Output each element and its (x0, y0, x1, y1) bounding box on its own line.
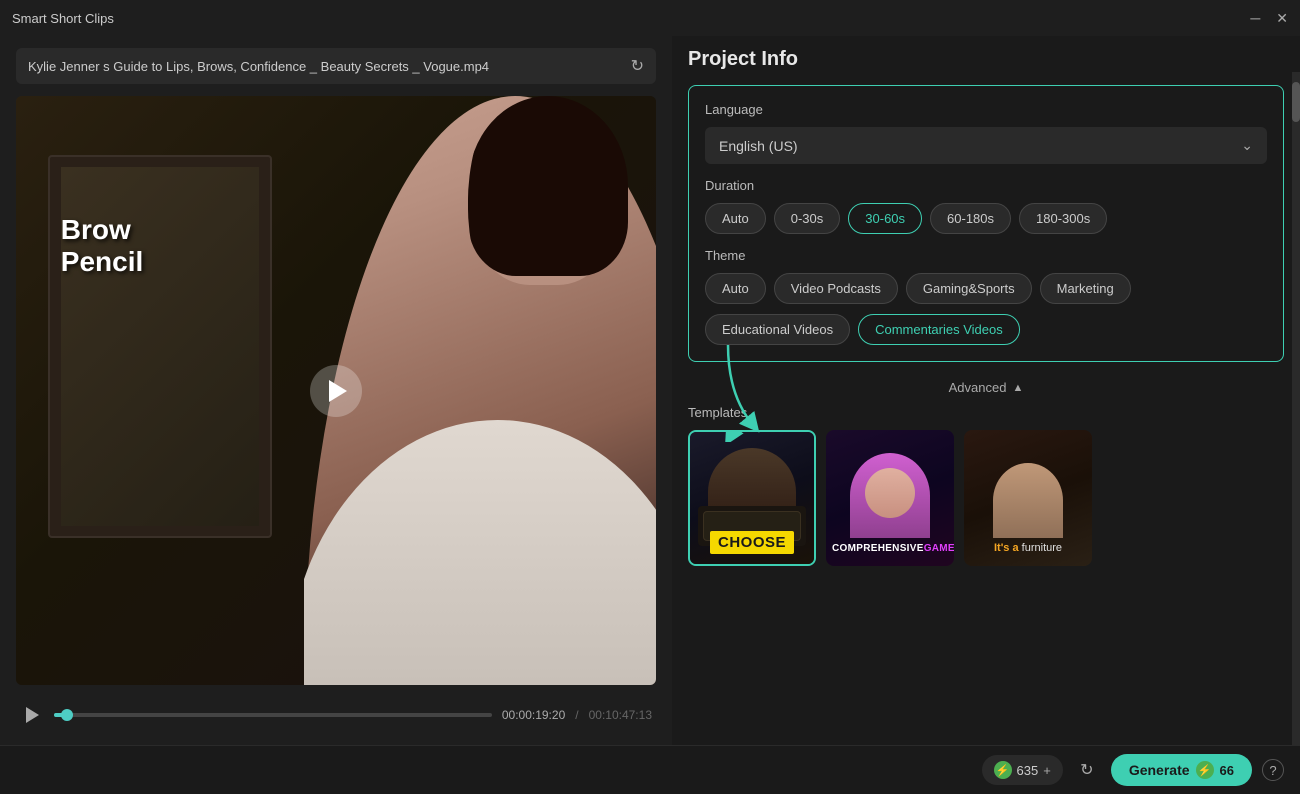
time-separator: / (575, 708, 578, 722)
language-value: English (US) (719, 138, 798, 154)
theme-options-row2: Educational Videos Commentaries Videos (705, 314, 1267, 345)
advanced-label: Advanced (949, 380, 1007, 395)
video-controls: 00:00:19:20 / 00:10:47:13 (16, 697, 656, 733)
theme-marketing-button[interactable]: Marketing (1040, 273, 1131, 304)
time-current: 00:00:19:20 (502, 708, 565, 722)
credits-icon: ⚡ (994, 761, 1012, 779)
app-title: Smart Short Clips (12, 11, 114, 26)
comprehensive-text: COMPREHENSIVEGAME (832, 543, 954, 554)
play-icon (329, 380, 347, 402)
template-furniture-overlay: It's a furniture (964, 538, 1092, 556)
help-button[interactable]: ? (1262, 759, 1284, 781)
language-select[interactable]: English (US) ⌄ (705, 127, 1267, 164)
duration-0-30s-button[interactable]: 0-30s (774, 203, 841, 234)
templates-row: CHOOSE (688, 430, 1284, 566)
duration-180-300s-button[interactable]: 180-300s (1019, 203, 1107, 234)
generate-icon-symbol: ⚡ (1198, 764, 1212, 777)
theme-auto-button[interactable]: Auto (705, 273, 766, 304)
theme-gaming-sports-button[interactable]: Gaming&Sports (906, 273, 1032, 304)
generate-label: Generate (1129, 762, 1190, 778)
refresh-icon[interactable]: ↻ (631, 56, 644, 76)
template-comprehensive-overlay: COMPREHENSIVEGAME (826, 538, 954, 556)
window-controls: ─ ✕ (1250, 10, 1288, 27)
theme-educational-button[interactable]: Educational Videos (705, 314, 850, 345)
generate-count: 66 (1220, 763, 1234, 778)
progress-dot (61, 709, 73, 721)
project-info-box: Language English (US) ⌄ Duration Auto 0-… (688, 85, 1284, 362)
templates-label: Templates (688, 405, 1284, 420)
chevron-up-icon: ▲ (1012, 382, 1023, 394)
play-button[interactable] (310, 365, 362, 417)
video-background: Brow Pencil (16, 96, 656, 685)
main-content: Kylie Jenner s Guide to Lips, Brows, Con… (0, 36, 1300, 745)
file-name: Kylie Jenner s Guide to Lips, Brows, Con… (28, 59, 621, 74)
duration-label: Duration (705, 178, 1267, 193)
progress-bar[interactable] (54, 713, 492, 717)
credits-button[interactable]: ⚡ 635 + (982, 755, 1063, 785)
play-control-button[interactable] (20, 703, 44, 727)
theme-video-podcasts-button[interactable]: Video Podcasts (774, 273, 898, 304)
left-panel: Kylie Jenner s Guide to Lips, Brows, Con… (0, 36, 672, 745)
template-furniture[interactable]: It's a furniture (964, 430, 1092, 566)
play-control-icon (26, 707, 39, 723)
help-icon-symbol: ? (1269, 763, 1276, 778)
duration-60-180s-button[interactable]: 60-180s (930, 203, 1011, 234)
time-total: 00:10:47:13 (589, 708, 652, 722)
scrollbar-thumb[interactable] (1292, 82, 1300, 122)
bottom-bar: ⚡ 635 + ↻ Generate ⚡ 66 ? (0, 745, 1300, 794)
credits-plus: + (1043, 763, 1051, 778)
video-player: Brow Pencil (16, 96, 656, 685)
chevron-down-icon: ⌄ (1241, 137, 1253, 154)
duration-auto-button[interactable]: Auto (705, 203, 766, 234)
refresh-templates-icon[interactable]: ↻ (1073, 760, 1101, 780)
duration-30-60s-button[interactable]: 30-60s (848, 203, 922, 234)
generate-credits-icon: ⚡ (1196, 761, 1214, 779)
generate-button[interactable]: Generate ⚡ 66 (1111, 754, 1252, 786)
close-button[interactable]: ✕ (1276, 10, 1288, 27)
language-label: Language (705, 102, 1267, 117)
theme-commentaries-button[interactable]: Commentaries Videos (858, 314, 1020, 345)
furniture-text: It's a furniture (994, 542, 1062, 554)
project-info-title: Project Info (688, 48, 1284, 71)
file-bar: Kylie Jenner s Guide to Lips, Brows, Con… (16, 48, 656, 84)
minimize-button[interactable]: ─ (1250, 10, 1260, 27)
credits-icon-symbol: ⚡ (996, 764, 1010, 777)
choose-badge-text: CHOOSE (710, 531, 794, 554)
title-bar: Smart Short Clips ─ ✕ (0, 0, 1300, 36)
right-panel: Project Info Language English (US) ⌄ Dur… (672, 36, 1300, 745)
template-choose[interactable]: CHOOSE (688, 430, 816, 566)
template-choose-arrow (700, 430, 760, 442)
template-comprehensive[interactable]: COMPREHENSIVEGAME (826, 430, 954, 566)
credits-count: 635 (1017, 763, 1039, 778)
scrollbar-track (1292, 72, 1300, 745)
video-overlay-text: Brow Pencil (61, 214, 143, 278)
duration-options: Auto 0-30s 30-60s 60-180s 180-300s (705, 203, 1267, 234)
theme-label: Theme (705, 248, 1267, 263)
theme-options-row1: Auto Video Podcasts Gaming&Sports Market… (705, 273, 1267, 304)
advanced-toggle[interactable]: Advanced ▲ (688, 374, 1284, 405)
template-choose-overlay: CHOOSE (690, 531, 814, 554)
